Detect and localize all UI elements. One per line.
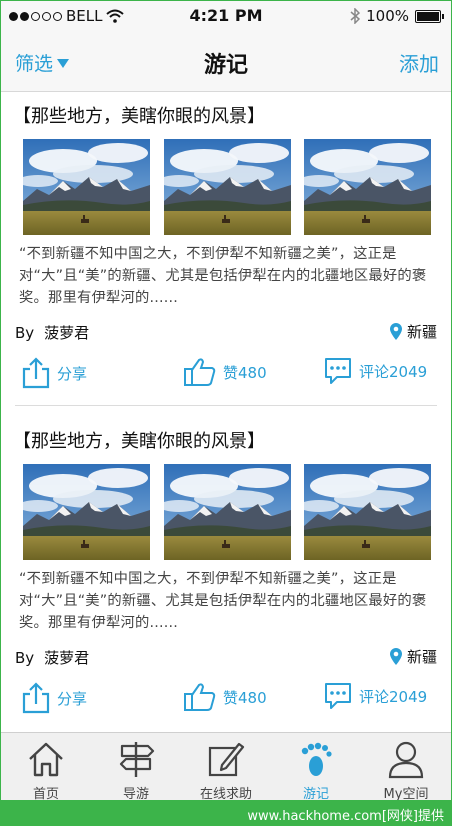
tab-my-space[interactable]: My空间 [361, 733, 451, 801]
app-screen: BELL 4:21 PM 100% 筛选 游记 添加 【那些地方，美瞎你眼的风景… [0, 0, 452, 801]
by-label: By [15, 649, 35, 667]
share-label: 分享 [57, 364, 88, 383]
share-button[interactable]: 分享 [21, 357, 87, 389]
comment-icon [325, 683, 351, 709]
like-label: 赞480 [223, 688, 267, 707]
location-pin-icon [389, 648, 402, 665]
card-excerpt: “不到新疆不知中国之大，不到伊犁不知新疆之美”，这正是对“大”且“美”的新疆、尤… [19, 246, 427, 306]
photo-row [23, 464, 431, 560]
by-label: By [15, 324, 35, 342]
like-button[interactable]: 赞480 [183, 682, 267, 712]
author-name: 菠萝君 [44, 324, 90, 342]
home-icon [29, 742, 63, 777]
landscape-illustration [23, 139, 150, 235]
travel-notes-feed[interactable]: 【那些地方，美瞎你眼的风景】 “不到新疆不知中国之大，不到伊犁不知新疆之美”，这… [1, 92, 451, 732]
location-tag[interactable]: 新疆 [389, 646, 437, 667]
card-excerpt: “不到新疆不知中国之大，不到伊犁不知新疆之美”，这正是对“大”且“美”的新疆、尤… [19, 571, 427, 631]
tab-bar: 首页 导游 在线求助 游记 My空间 [1, 732, 451, 801]
share-button[interactable]: 分享 [21, 682, 87, 714]
comment-label: 评论2049 [359, 362, 428, 381]
tab-label: 首页 [32, 787, 59, 801]
signpost-icon [119, 742, 155, 777]
action-bar: 分享 赞480 评论2049 [1, 682, 451, 722]
status-right: 100% [350, 7, 444, 25]
tab-label: 游记 [302, 787, 329, 801]
add-button[interactable]: 添加 [399, 48, 439, 77]
tab-label: My空间 [383, 787, 429, 801]
share-label: 分享 [57, 689, 88, 708]
tab-home[interactable]: 首页 [1, 733, 91, 801]
landscape-illustration [304, 464, 431, 560]
thumbs-up-icon [184, 358, 216, 386]
card-title: 【那些地方，美瞎你眼的风景】 [13, 431, 265, 452]
comment-button[interactable]: 评论2049 [323, 357, 427, 385]
author-line[interactable]: By 菠萝君 [15, 322, 89, 343]
landscape-photo[interactable] [304, 464, 431, 560]
landscape-illustration [164, 464, 291, 560]
battery-percent: 100% [366, 7, 409, 25]
location-label: 新疆 [406, 648, 437, 666]
page-title: 游记 [203, 53, 248, 78]
watermark-text: www.hackhome.com[网侠]提供 [247, 809, 444, 824]
location-pin-icon [389, 323, 402, 340]
tab-online-help[interactable]: 在线求助 [181, 733, 271, 801]
photo-row [23, 139, 431, 235]
tab-guide[interactable]: 导游 [91, 733, 181, 801]
tab-label: 导游 [122, 787, 149, 801]
action-bar: 分享 赞480 评论2049 [1, 357, 451, 397]
like-label: 赞480 [223, 363, 267, 382]
card-title: 【那些地方，美瞎你眼的风景】 [13, 106, 265, 127]
thumbs-up-icon [184, 683, 216, 711]
tab-label: 在线求助 [199, 787, 252, 801]
bluetooth-icon [350, 8, 361, 24]
travel-note-card[interactable]: 【那些地方，美瞎你眼的风景】 “不到新疆不知中国之大，不到伊犁不知新疆之美”，这… [1, 417, 451, 730]
comment-button[interactable]: 评论2049 [323, 682, 427, 710]
comment-icon [325, 358, 351, 384]
footprint-icon [301, 742, 332, 776]
share-icon [22, 682, 50, 714]
landscape-photo[interactable] [164, 464, 291, 560]
author-line[interactable]: By 菠萝君 [15, 647, 89, 668]
landscape-photo[interactable] [23, 139, 150, 235]
status-bar: BELL 4:21 PM 100% [1, 1, 451, 31]
card-divider [15, 405, 437, 406]
travel-note-card[interactable]: 【那些地方，美瞎你眼的风景】 “不到新疆不知中国之大，不到伊犁不知新疆之美”，这… [1, 92, 451, 405]
tab-travel-notes[interactable]: 游记 [271, 733, 361, 801]
landscape-photo[interactable] [164, 139, 291, 235]
landscape-illustration [23, 464, 150, 560]
location-tag[interactable]: 新疆 [389, 321, 437, 342]
location-label: 新疆 [406, 323, 437, 341]
landscape-illustration [304, 139, 431, 235]
comment-label: 评论2049 [359, 687, 428, 706]
watermark-bar: www.hackhome.com[网侠]提供 [0, 800, 452, 826]
share-icon [22, 357, 50, 389]
author-name: 菠萝君 [44, 649, 90, 667]
landscape-illustration [164, 139, 291, 235]
navigation-bar: 筛选 游记 添加 [1, 31, 451, 92]
landscape-photo[interactable] [304, 139, 431, 235]
edit-icon [208, 742, 245, 777]
like-button[interactable]: 赞480 [183, 357, 267, 387]
user-icon [388, 741, 424, 779]
landscape-photo[interactable] [23, 464, 150, 560]
battery-icon [415, 9, 444, 23]
